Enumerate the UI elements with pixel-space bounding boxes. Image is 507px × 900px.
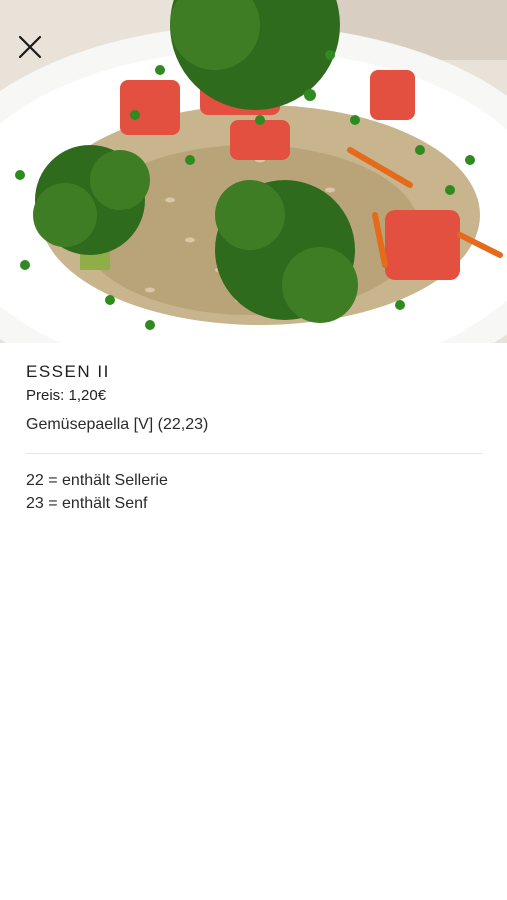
allergen-item: 22 = enthält Sellerie <box>26 472 168 489</box>
close-icon[interactable] <box>17 34 43 60</box>
meal-title: ESSEN II <box>26 362 110 381</box>
allergen-item: 23 = enthält Senf <box>26 495 148 512</box>
meal-photo-illustration <box>0 0 507 343</box>
divider <box>26 453 483 454</box>
meal-price: Preis: 1,20€ <box>26 387 107 404</box>
meal-details: ESSEN II Preis: 1,20€ Gemüsepaella [V] (… <box>26 343 483 515</box>
meal-photo <box>0 0 507 343</box>
dish-name: Gemüsepaella [V] (22,23) <box>26 416 209 433</box>
allergen-list: 22 = enthält Sellerie 23 = enthält Senf <box>26 469 483 515</box>
close-button[interactable] <box>14 31 46 63</box>
